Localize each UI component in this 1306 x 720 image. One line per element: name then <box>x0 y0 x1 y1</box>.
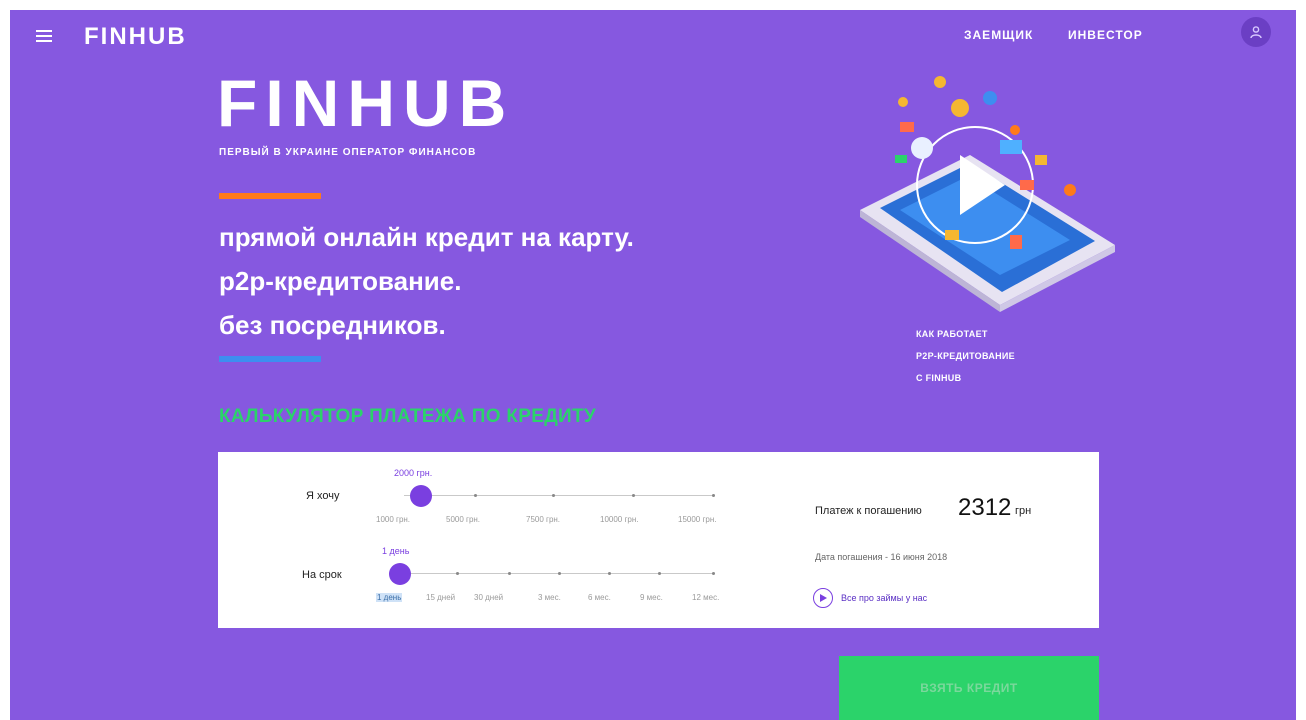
term-tick <box>608 572 611 575</box>
loans-info-link[interactable]: Все про займы у нас <box>813 588 927 608</box>
amount-label: Я хочу <box>306 490 340 502</box>
term-label: На срок <box>302 569 342 581</box>
term-tick-label[interactable]: 30 дней <box>474 593 503 602</box>
amount-tick <box>552 494 555 497</box>
term-tick <box>508 572 511 575</box>
hero-logo: FINHUB <box>217 66 515 140</box>
term-value: 1 день <box>382 546 410 556</box>
calculator-title: КАЛЬКУЛЯТОР ПЛАТЕЖА ПО КРЕДИТУ <box>219 406 597 427</box>
amount-tick-label[interactable]: 10000 грн. <box>600 515 638 524</box>
topbar-logo[interactable]: FINHUB <box>84 24 187 50</box>
amount-slider-track[interactable] <box>404 495 714 496</box>
amount-tick <box>632 494 635 497</box>
orange-accent-line <box>219 193 321 199</box>
video-illustration[interactable] <box>840 60 1130 320</box>
term-tick-label[interactable]: 1 день <box>376 593 403 602</box>
term-tick <box>456 572 459 575</box>
page: FINHUB ЗАЕМЩИК ИНВЕСТОР FINHUB ПЕРВЫЙ В … <box>10 10 1296 720</box>
hero-subtitle: ПЕРВЫЙ В УКРАИНЕ ОПЕРАТОР ФИНАНСОВ <box>219 147 477 158</box>
video-caption-1[interactable]: КАК РАБОТАЕТ <box>916 329 988 339</box>
video-caption-3[interactable]: С FINHUB <box>916 373 961 383</box>
hamburger-icon[interactable] <box>36 30 52 42</box>
tagline-2: p2p-кредитование. <box>219 266 462 296</box>
term-tick <box>658 572 661 575</box>
term-tick <box>558 572 561 575</box>
user-icon[interactable] <box>1241 17 1271 47</box>
nav-investor[interactable]: ИНВЕСТОР <box>1068 28 1143 42</box>
payment-label: Платеж к погашению <box>815 505 922 517</box>
calculator-card: Я хочу 2000 грн. 1000 грн. 5000 грн. 750… <box>218 452 1099 628</box>
payment-unit: грн <box>1015 505 1032 517</box>
blue-accent-line <box>219 356 321 362</box>
amount-tick <box>474 494 477 497</box>
payment-amount: 2312 <box>958 494 1012 521</box>
video-caption-2[interactable]: P2P-КРЕДИТОВАНИЕ <box>916 351 1015 361</box>
due-date: Дата погашения - 16 июня 2018 <box>815 552 948 562</box>
amount-value: 2000 грн. <box>394 468 433 478</box>
term-tick <box>712 572 715 575</box>
play-circle-icon[interactable] <box>813 588 833 608</box>
tagline-3: без посредников. <box>219 310 446 340</box>
term-tick-label[interactable]: 12 мес. <box>692 593 719 602</box>
loans-link-label[interactable]: Все про займы у нас <box>841 593 927 603</box>
amount-tick-label[interactable]: 1000 грн. <box>376 515 410 524</box>
tagline-1: прямой онлайн кредит на карту. <box>219 222 634 252</box>
term-tick-label[interactable]: 3 мес. <box>538 593 561 602</box>
amount-tick-label[interactable]: 7500 грн. <box>526 515 560 524</box>
term-tick-label[interactable]: 9 мес. <box>640 593 663 602</box>
term-slider-handle[interactable] <box>389 563 411 585</box>
term-tick-label[interactable]: 6 мес. <box>588 593 611 602</box>
term-slider-track[interactable] <box>394 573 714 574</box>
term-tick-label[interactable]: 15 дней <box>426 593 455 602</box>
amount-tick-label[interactable]: 5000 грн. <box>446 515 480 524</box>
nav-borrower[interactable]: ЗАЕМЩИК <box>964 28 1033 42</box>
amount-tick <box>712 494 715 497</box>
amount-slider-handle[interactable] <box>410 485 432 507</box>
take-credit-button[interactable]: ВЗЯТЬ КРЕДИТ <box>839 656 1099 720</box>
amount-tick-label[interactable]: 15000 грн. <box>678 515 716 524</box>
